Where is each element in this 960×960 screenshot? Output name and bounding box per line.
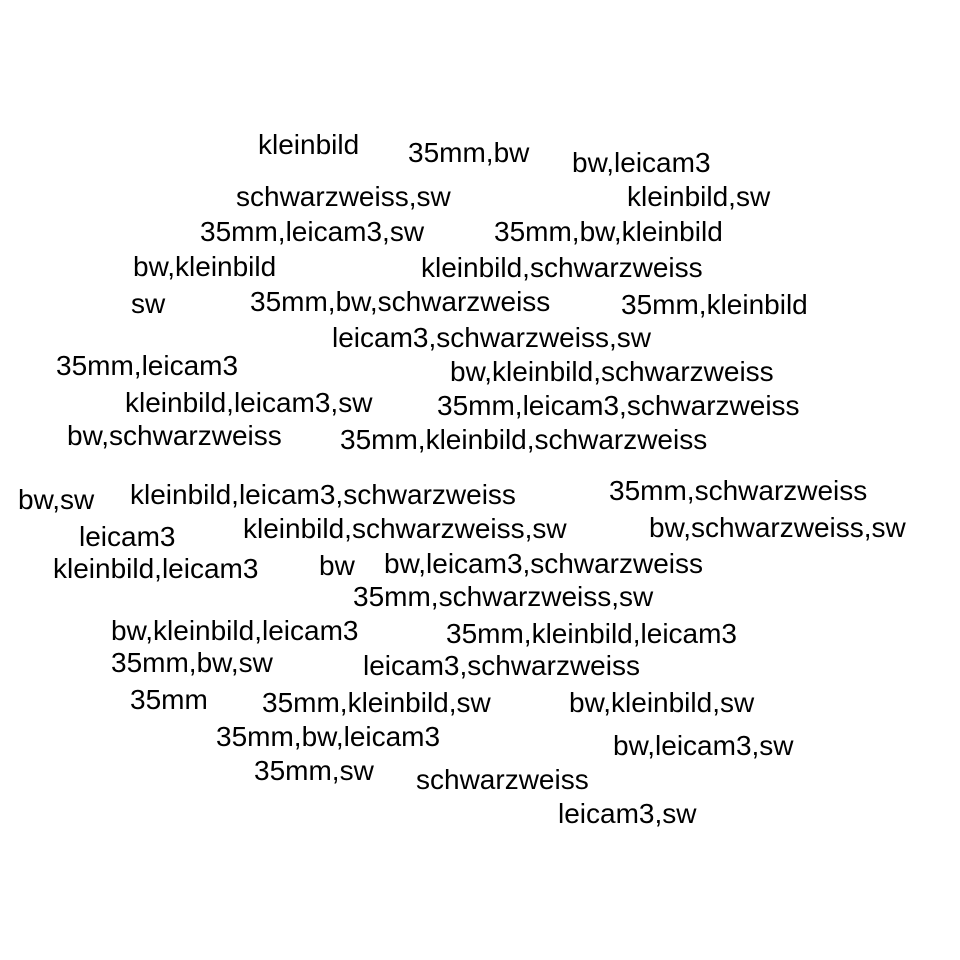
tag-link[interactable]: bw,leicam3,sw (613, 732, 794, 760)
tag-link[interactable]: 35mm,bw,sw (111, 649, 273, 677)
tag-link[interactable]: schwarzweiss,sw (236, 183, 451, 211)
tag-link[interactable]: leicam3,schwarzweiss,sw (332, 324, 651, 352)
tag-link[interactable]: kleinbild,schwarzweiss (421, 254, 703, 282)
tag-link[interactable]: schwarzweiss (416, 766, 589, 794)
tag-link[interactable]: 35mm,kleinbild,schwarzweiss (340, 426, 707, 454)
tag-link[interactable]: kleinbild,sw (627, 183, 770, 211)
tag-link[interactable]: bw,kleinbild (133, 253, 276, 281)
tag-link[interactable]: 35mm,kleinbild (621, 291, 808, 319)
tag-link[interactable]: bw,sw (18, 486, 94, 514)
tag-link[interactable]: 35mm,leicam3 (56, 352, 238, 380)
tag-link[interactable]: kleinbild,leicam3,sw (125, 389, 372, 417)
tag-link[interactable]: bw (319, 552, 355, 580)
tag-link[interactable]: bw,kleinbild,leicam3 (111, 617, 358, 645)
tag-link[interactable]: kleinbild,leicam3 (53, 555, 258, 583)
tag-link[interactable]: bw,schwarzweiss (67, 422, 282, 450)
tag-link[interactable]: sw (131, 290, 165, 318)
tag-link[interactable]: bw,schwarzweiss,sw (649, 514, 906, 542)
tag-link[interactable]: leicam3 (79, 523, 175, 551)
tag-link[interactable]: bw,kleinbild,sw (569, 689, 754, 717)
tag-link[interactable]: 35mm,leicam3,sw (200, 218, 424, 246)
tag-link[interactable]: 35mm,bw,kleinbild (494, 218, 723, 246)
tag-link[interactable]: 35mm,leicam3,schwarzweiss (437, 392, 800, 420)
tag-link[interactable]: kleinbild,leicam3,schwarzweiss (130, 481, 516, 509)
tag-link[interactable]: leicam3,schwarzweiss (363, 652, 640, 680)
tag-link[interactable]: kleinbild (258, 131, 359, 159)
tag-link[interactable]: 35mm,kleinbild,sw (262, 689, 491, 717)
tag-link[interactable]: 35mm,kleinbild,leicam3 (446, 620, 737, 648)
tag-cloud: kleinbild 35mm,bw bw,leicam3 schwarzweis… (0, 0, 960, 960)
tag-link[interactable]: bw,leicam3,schwarzweiss (384, 550, 703, 578)
tag-link[interactable]: 35mm,schwarzweiss,sw (353, 583, 653, 611)
tag-link[interactable]: bw,kleinbild,schwarzweiss (450, 358, 774, 386)
tag-link[interactable]: 35mm,schwarzweiss (609, 477, 867, 505)
tag-link[interactable]: 35mm,bw,schwarzweiss (250, 288, 550, 316)
tag-link[interactable]: 35mm,bw (408, 139, 529, 167)
tag-link[interactable]: 35mm (130, 686, 208, 714)
tag-link[interactable]: 35mm,bw,leicam3 (216, 723, 440, 751)
tag-link[interactable]: 35mm,sw (254, 757, 374, 785)
tag-link[interactable]: leicam3,sw (558, 800, 696, 828)
tag-link[interactable]: bw,leicam3 (572, 149, 711, 177)
tag-link[interactable]: kleinbild,schwarzweiss,sw (243, 515, 567, 543)
